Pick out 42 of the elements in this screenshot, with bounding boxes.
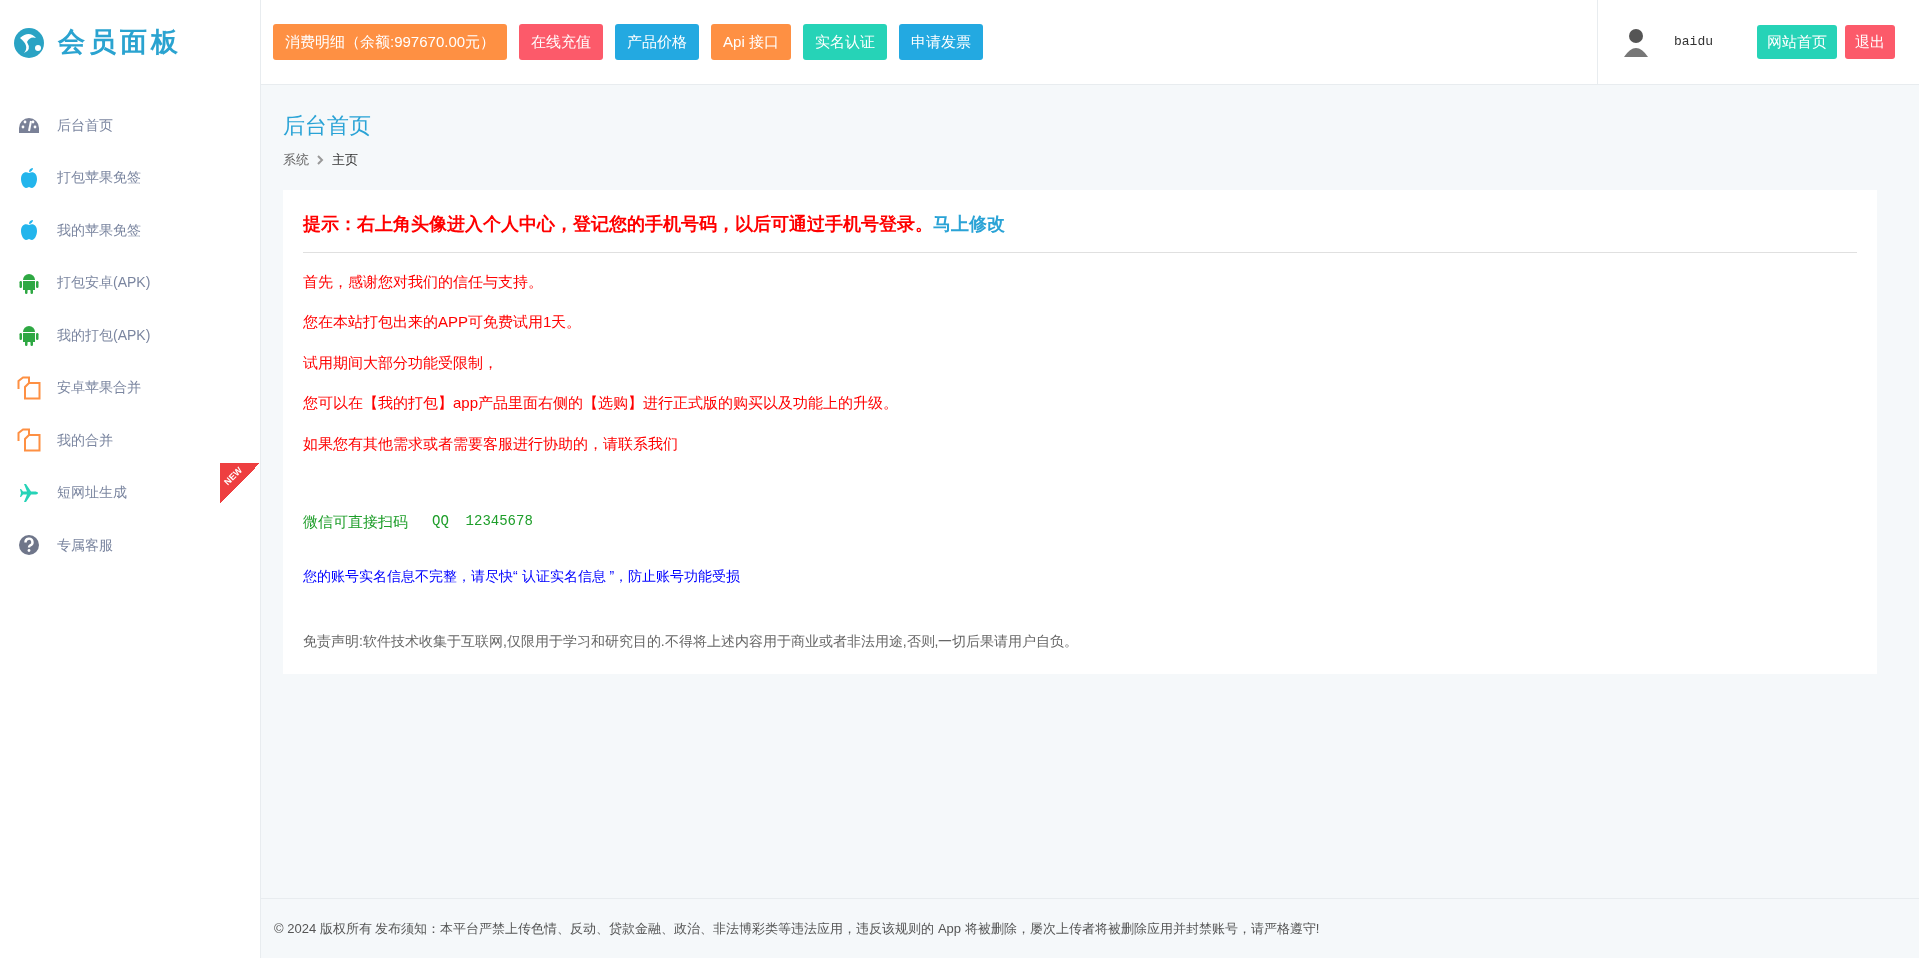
contact-text: QQ 12345678 [432,512,533,531]
logo-icon [12,25,46,60]
breadcrumb-item[interactable]: 系统 [283,150,309,170]
airplane-icon [19,482,39,503]
page-title: 后台首页 [283,112,372,140]
copy-icon [17,375,41,400]
notice-line: 如果您有其他需求或者需要客服进行协助的，请联系我们 [303,433,679,454]
contact-text: 微信可直接扫码 [303,512,408,532]
edit-link[interactable]: 马上修改 [933,209,1005,237]
android-icon [19,324,39,347]
chevron-right-icon [317,154,324,165]
sidebar-item[interactable]: 安卓苹果合并 [0,361,260,414]
sidebar-item[interactable]: 后台首页 [0,99,260,152]
header-button[interactable]: Api 接口 [711,24,791,60]
header-button[interactable]: 在线充值 [519,24,604,60]
sidebar-item[interactable]: 我的打包(APK) [0,309,260,362]
android-icon [19,271,39,294]
copy-icon [17,428,41,453]
sidebar-item[interactable]: 打包苹果免签 [0,151,260,204]
notice-line: 首先，感谢您对我们的信任与支持。 [303,271,544,292]
header-button[interactable]: 申请发票 [898,24,983,60]
verification-warning: 您的账号实名信息不完整，请尽快“ 认证实名信息 ”，防止账号功能受损 [303,566,742,586]
notice-tip: 提示：右上角头像进入个人中心，登记您的手机号码，以后可通过手机号登录。 [303,211,933,236]
dashboard-icon [18,116,40,135]
sidebar-item[interactable]: 专属客服 [0,519,260,572]
sidebar-item[interactable]: 我的苹果免签 [0,204,260,257]
apple-icon [20,166,38,189]
disclaimer: 免责声明:软件技术收集于互联网,仅限用于学习和研究目的.不得将上述内容用于商业或者非法用途,否则,一切后果请用户自负。 [303,631,1080,651]
notice-line: 您可以在【我的打包】app产品里面右侧的【选购】进行正式版的购买以及功能上的升级。 [303,393,900,413]
notice-line: 试用期间大部分功能受限制， [303,352,499,373]
header-button[interactable]: 产品价格 [615,24,700,60]
notice-line: 您在本站打包出来的APP可免费试用1天。 [303,312,583,332]
header-button[interactable]: 退出 [1845,25,1895,59]
logo-text: 会员面板 [58,26,182,60]
breadcrumb-item: 主页 [332,151,358,169]
sidebar-item[interactable]: 打包安卓(APK) [0,256,260,309]
help-icon [18,534,40,557]
avatar-icon [1622,27,1650,57]
header-button[interactable]: 消费明细（余额:997670.00元） [273,24,508,60]
apple-icon [20,219,38,242]
footer-notice: © 2024 版权所有 发布须知：本平台严禁上传色情、反动、贷款金融、政治、非法博彩类等违法应用，违反该规则的 App 将被删除，屡次上传者将被删除应用并封禁账号，请严格遵守! [274,919,1320,938]
username: baidu [1674,33,1713,52]
